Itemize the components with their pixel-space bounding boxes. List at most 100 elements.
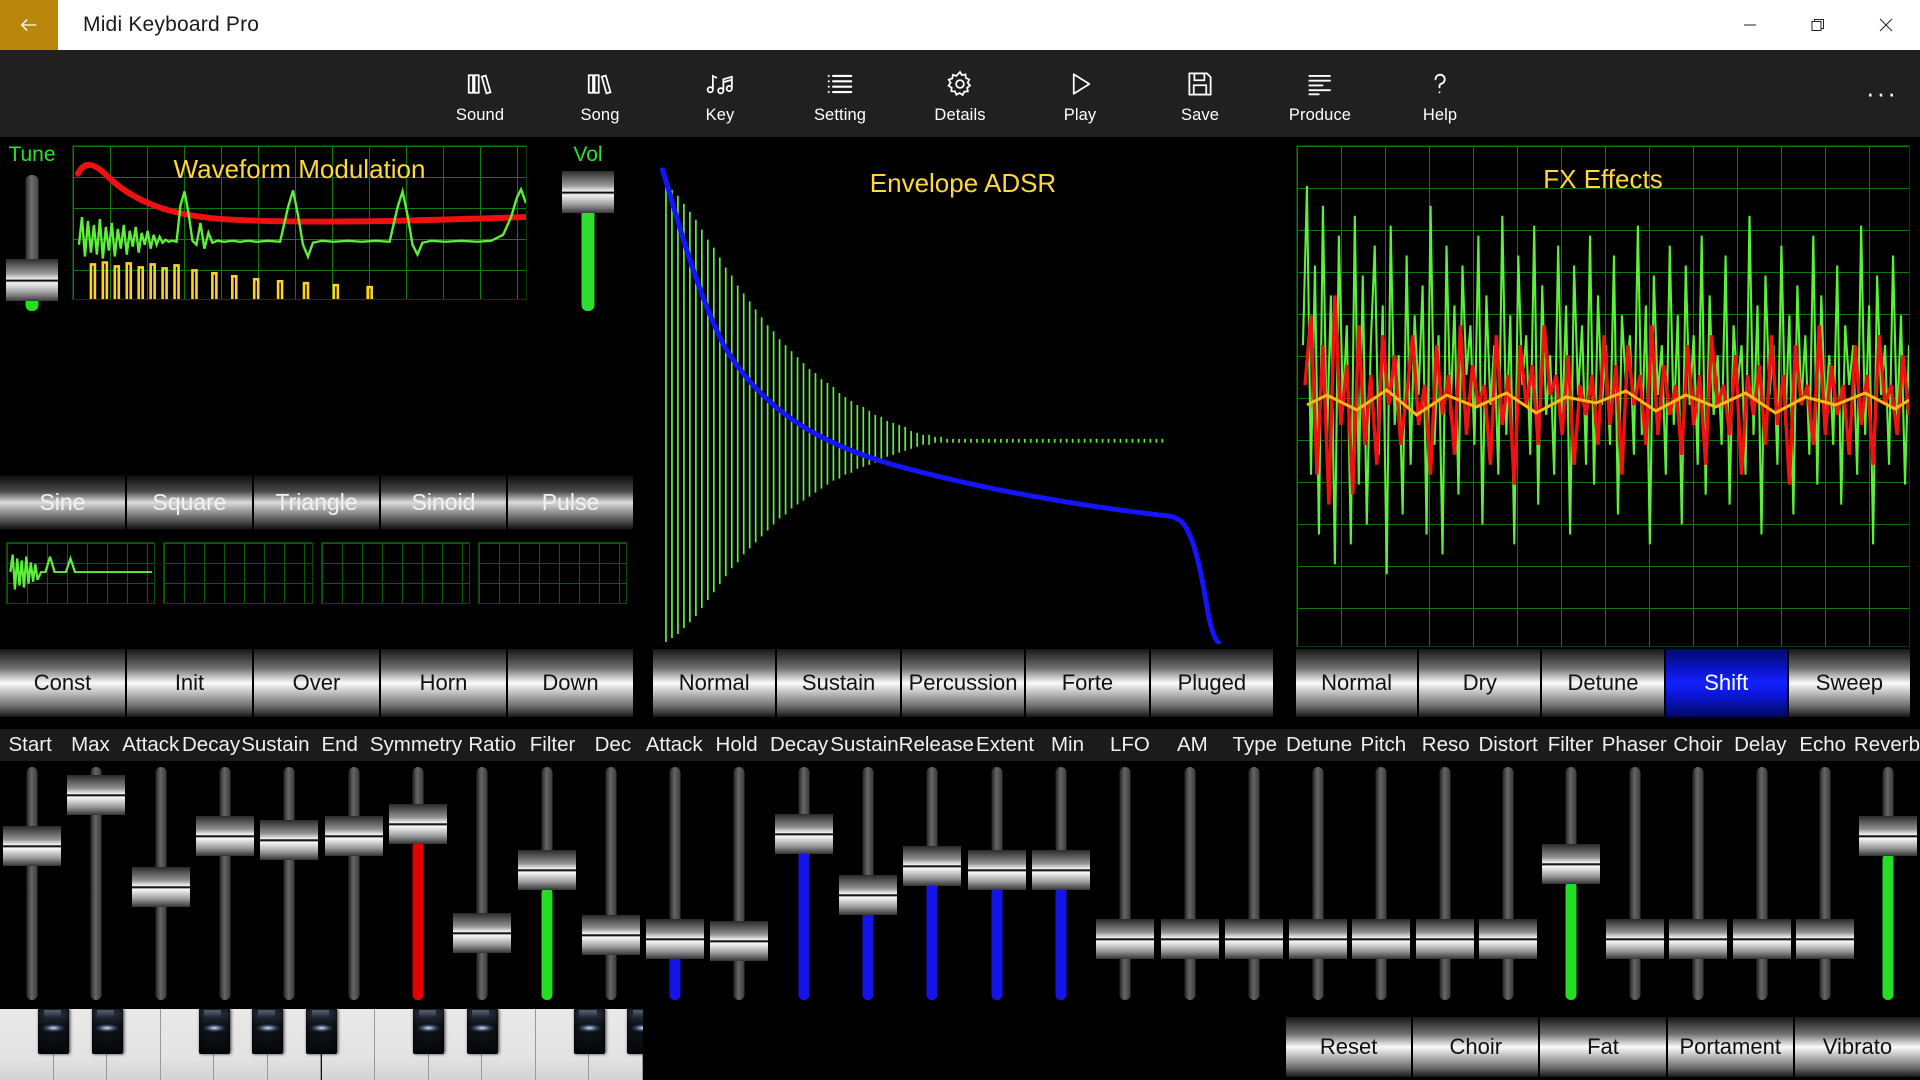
waveform-button-sine[interactable]: Sine	[0, 475, 125, 530]
envelope-button-normal[interactable]: Normal	[653, 649, 776, 717]
back-button[interactable]	[0, 0, 58, 50]
slider-track[interactable]	[1502, 767, 1514, 1000]
slider-ratio[interactable]	[450, 761, 514, 1004]
slider-handle[interactable]	[1795, 919, 1854, 959]
slider-track[interactable]	[1312, 767, 1324, 1000]
slider-handle[interactable]	[1352, 919, 1411, 959]
slider-choir[interactable]	[1666, 761, 1729, 1004]
envelope-button-forte[interactable]: Forte	[1026, 649, 1149, 717]
piano-black-key[interactable]	[252, 1009, 284, 1054]
slider-distort[interactable]	[1476, 761, 1539, 1004]
waveform-button-pulse[interactable]: Pulse	[508, 475, 633, 530]
toolbar-item-play[interactable]: Play	[1020, 62, 1140, 125]
slider-pitch[interactable]	[1349, 761, 1412, 1004]
envelope-button-sustain[interactable]: Sustain	[777, 649, 900, 717]
fx-button-shift[interactable]: Shift	[1665, 649, 1787, 717]
waveform-button-triangle[interactable]: Triangle	[254, 475, 379, 530]
slider-reso[interactable]	[1413, 761, 1476, 1004]
waveform-button-sinoid[interactable]: Sinoid	[381, 475, 506, 530]
minimize-button[interactable]	[1716, 0, 1784, 50]
envelope-button-percussion[interactable]: Percussion	[901, 649, 1025, 717]
preset-button-vibrato[interactable]: Vibrato	[1794, 1017, 1920, 1077]
slider-track[interactable]	[1629, 767, 1641, 1000]
slider-handle[interactable]	[1096, 919, 1155, 959]
shape-button-init[interactable]: Init	[127, 649, 252, 717]
slider-handle[interactable]	[260, 820, 319, 860]
slider-reverb[interactable]	[1857, 761, 1920, 1004]
shape-button-over[interactable]: Over	[254, 649, 379, 717]
slider-start[interactable]	[0, 761, 64, 1004]
slider-track[interactable]	[283, 767, 295, 1000]
piano-black-key[interactable]	[573, 1009, 605, 1054]
slider-track[interactable]	[219, 767, 231, 1000]
toolbar-item-sound[interactable]: Sound	[420, 62, 540, 125]
slider-release[interactable]	[900, 761, 964, 1004]
slider-detune[interactable]	[1286, 761, 1349, 1004]
slider-echo[interactable]	[1793, 761, 1856, 1004]
maximize-button[interactable]	[1784, 0, 1852, 50]
tune-handle[interactable]	[6, 259, 58, 301]
shape-button-down[interactable]: Down	[508, 649, 633, 717]
slider-phaser[interactable]	[1603, 761, 1666, 1004]
fx-button-normal[interactable]: Normal	[1296, 649, 1418, 717]
slider-track[interactable]	[1819, 767, 1831, 1000]
slider-handle[interactable]	[67, 775, 126, 815]
slider-handle[interactable]	[903, 846, 962, 886]
vol-handle[interactable]	[562, 171, 614, 213]
more-options-button[interactable]: ···	[1854, 66, 1910, 122]
slider-track[interactable]	[1119, 767, 1131, 1000]
slider-handle[interactable]	[581, 915, 640, 955]
waveform-thumbnail-4[interactable]	[477, 542, 627, 604]
slider-attack[interactable]	[643, 761, 707, 1004]
slider-track[interactable]	[476, 767, 488, 1000]
preset-button-fat[interactable]: Fat	[1540, 1017, 1666, 1077]
toolbar-item-save[interactable]: Save	[1140, 62, 1260, 125]
slider-track[interactable]	[1375, 767, 1387, 1000]
slider-am[interactable]	[1157, 761, 1221, 1004]
piano-black-key[interactable]	[413, 1009, 445, 1054]
slider-symmetry[interactable]	[386, 761, 450, 1004]
slider-handle[interactable]	[324, 816, 383, 856]
fx-button-dry[interactable]: Dry	[1419, 649, 1541, 717]
slider-handle[interactable]	[1859, 816, 1918, 856]
slider-handle[interactable]	[1732, 919, 1791, 959]
slider-handle[interactable]	[1160, 919, 1219, 959]
toolbar-item-key[interactable]: Key	[660, 62, 780, 125]
waveform-button-square[interactable]: Square	[127, 475, 252, 530]
close-button[interactable]	[1852, 0, 1920, 50]
slider-track[interactable]	[733, 767, 745, 1000]
slider-handle[interactable]	[1605, 919, 1664, 959]
slider-track[interactable]	[1756, 767, 1768, 1000]
piano-black-key[interactable]	[466, 1009, 498, 1054]
slider-min[interactable]	[1029, 761, 1093, 1004]
slider-handle[interactable]	[1478, 919, 1537, 959]
slider-handle[interactable]	[774, 814, 833, 854]
slider-handle[interactable]	[131, 867, 190, 907]
slider-track[interactable]	[1439, 767, 1451, 1000]
fx-button-detune[interactable]: Detune	[1542, 649, 1664, 717]
slider-handle[interactable]	[1224, 919, 1283, 959]
waveform-thumbnail-1[interactable]	[6, 542, 156, 604]
slider-delay[interactable]	[1730, 761, 1793, 1004]
slider-handle[interactable]	[1288, 919, 1347, 959]
slider-handle[interactable]	[3, 826, 62, 866]
slider-hold[interactable]	[707, 761, 771, 1004]
slider-filter[interactable]	[1540, 761, 1603, 1004]
slider-decay[interactable]	[193, 761, 257, 1004]
slider-track[interactable]	[1692, 767, 1704, 1000]
slider-dec[interactable]	[579, 761, 643, 1004]
toolbar-item-produce[interactable]: Produce	[1260, 62, 1380, 125]
slider-handle[interactable]	[453, 913, 512, 953]
slider-track[interactable]	[605, 767, 617, 1000]
slider-attack[interactable]	[129, 761, 193, 1004]
slider-sustain[interactable]	[257, 761, 321, 1004]
slider-handle[interactable]	[1415, 919, 1474, 959]
slider-sustain[interactable]	[836, 761, 900, 1004]
toolbar-item-details[interactable]: Details	[900, 62, 1020, 125]
slider-handle[interactable]	[517, 850, 576, 890]
piano-black-key[interactable]	[38, 1009, 70, 1054]
slider-decay[interactable]	[772, 761, 836, 1004]
slider-max[interactable]	[64, 761, 128, 1004]
slider-handle[interactable]	[196, 816, 255, 856]
slider-handle[interactable]	[1542, 844, 1601, 884]
